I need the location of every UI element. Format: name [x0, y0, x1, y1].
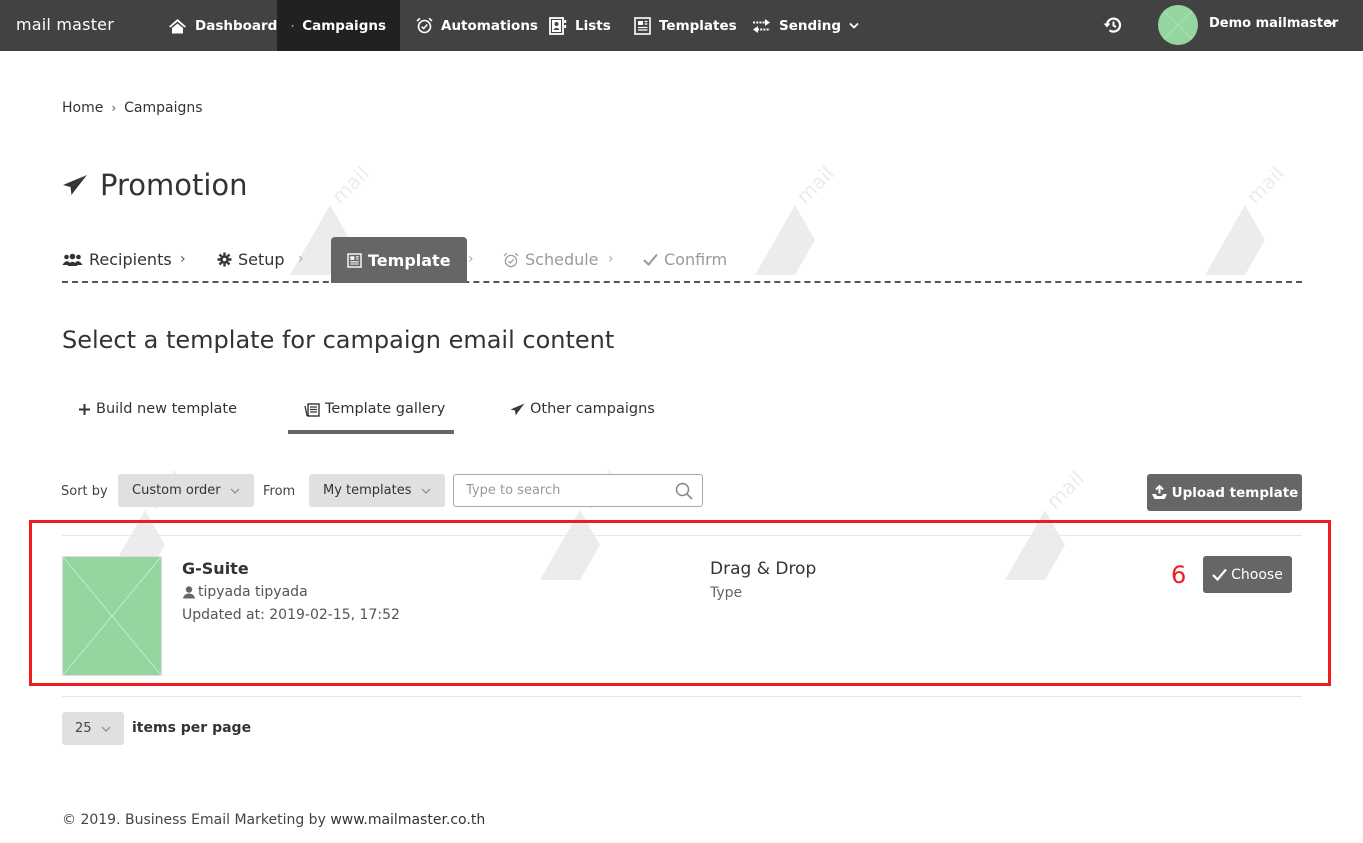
- sort-by-label: Sort by: [61, 484, 108, 499]
- step-recipients[interactable]: Recipients: [62, 237, 172, 282]
- newspaper-icon: [634, 16, 651, 35]
- step-separator: ›: [468, 251, 474, 267]
- nav-campaigns[interactable]: Campaigns: [277, 0, 400, 51]
- nav-dashboard[interactable]: Dashboard: [154, 0, 291, 51]
- users-icon: [62, 253, 83, 266]
- divider: [62, 696, 1302, 697]
- page-title-text: Promotion: [100, 168, 248, 202]
- items-per-page-value: 25: [75, 721, 92, 736]
- step-schedule[interactable]: Schedule: [503, 237, 599, 282]
- search-input[interactable]: [454, 475, 664, 506]
- upload-template-label: Upload template: [1171, 484, 1299, 501]
- items-per-page-label: items per page: [132, 720, 252, 736]
- breadcrumb-campaigns[interactable]: Campaigns: [124, 100, 202, 116]
- step-label: Recipients: [89, 250, 172, 269]
- nav-label: Templates: [659, 17, 737, 34]
- chevron-down-icon: [849, 22, 859, 29]
- address-book-icon: [549, 16, 567, 35]
- chevron-down-icon: [230, 488, 240, 494]
- search-icon[interactable]: [675, 482, 693, 500]
- tab-template-gallery[interactable]: Template gallery: [288, 398, 454, 434]
- tab-build-new-template[interactable]: Build new template: [78, 398, 237, 434]
- nav-label: Sending: [779, 17, 842, 34]
- check-icon: [643, 253, 658, 266]
- svg-text:mail: mail: [1042, 470, 1089, 514]
- svg-text:mail: mail: [792, 165, 839, 209]
- avatar[interactable]: [1158, 5, 1198, 45]
- paper-plane-icon: [63, 175, 87, 195]
- footer: © 2019. Business Email Marketing by www.…: [62, 812, 485, 828]
- exchange-arrows-icon: [753, 18, 770, 33]
- step-label: Confirm: [664, 250, 728, 269]
- tab-label: Template gallery: [325, 401, 446, 417]
- upload-icon: [1151, 485, 1167, 499]
- chevron-down-icon: [421, 488, 430, 494]
- wizard-steps: Recipients › Setup › Template › Schedule…: [62, 237, 1302, 283]
- svg-text:mail: mail: [1242, 165, 1289, 209]
- history-icon[interactable]: [1102, 14, 1124, 36]
- step-label: Schedule: [525, 250, 599, 269]
- nav-templates[interactable]: Templates: [620, 0, 751, 51]
- chevron-down-icon[interactable]: [1326, 19, 1336, 26]
- nav-label: Lists: [575, 17, 611, 34]
- section-title: Select a template for campaign email con…: [62, 326, 615, 354]
- gear-icon: [217, 252, 232, 267]
- step-separator: ›: [608, 251, 614, 267]
- user-menu-name[interactable]: Demo mailmaster: [1209, 16, 1338, 31]
- step-separator: ›: [298, 251, 304, 267]
- from-value: My templates: [323, 483, 412, 498]
- breadcrumb-home[interactable]: Home: [62, 100, 103, 116]
- tab-other-campaigns[interactable]: Other campaigns: [510, 398, 655, 434]
- from-dropdown[interactable]: My templates: [309, 474, 445, 507]
- nav-lists[interactable]: Lists: [535, 0, 625, 51]
- breadcrumb: Home › Campaigns: [62, 100, 203, 116]
- step-confirm[interactable]: Confirm: [643, 237, 727, 282]
- top-navbar: mail master Dashboard Campaigns Automati…: [0, 0, 1363, 51]
- avatar-placeholder-image: [1158, 5, 1198, 45]
- nav-label: Automations: [441, 17, 538, 34]
- sort-value: Custom order: [132, 483, 221, 498]
- tab-label: Other campaigns: [530, 401, 655, 417]
- footer-text: © 2019. Business Email Marketing by: [62, 812, 331, 828]
- plus-icon: [79, 404, 90, 415]
- newspaper-icon: [347, 252, 362, 268]
- nav-label: Dashboard: [195, 17, 278, 34]
- step-setup[interactable]: Setup: [217, 237, 285, 282]
- paper-plane-icon: [291, 24, 295, 27]
- paper-plane-icon: [510, 403, 525, 416]
- tab-label: Build new template: [96, 401, 238, 417]
- step-label: Template: [368, 250, 451, 270]
- app-logo[interactable]: mail master: [16, 15, 114, 34]
- step-template[interactable]: Template: [331, 237, 467, 283]
- step-separator: ›: [180, 251, 186, 267]
- svg-text:mail: mail: [327, 165, 374, 209]
- annotation-highlight-box: [29, 520, 1331, 686]
- upload-template-button[interactable]: Upload template: [1147, 474, 1302, 511]
- search-box: [453, 474, 703, 507]
- footer-link[interactable]: www.mailmaster.co.th: [330, 812, 485, 828]
- nav-automations[interactable]: Automations: [402, 0, 552, 51]
- page-title: Promotion: [62, 168, 248, 202]
- chevron-down-icon: [101, 726, 110, 732]
- gallery-icon: [304, 403, 320, 417]
- sort-dropdown[interactable]: Custom order: [118, 474, 254, 507]
- home-icon: [169, 18, 186, 33]
- breadcrumb-separator: ›: [111, 101, 117, 115]
- alarm-clock-icon: [416, 17, 433, 34]
- items-per-page-dropdown[interactable]: 25: [62, 712, 124, 745]
- alarm-clock-icon: [503, 252, 519, 267]
- step-label: Setup: [238, 250, 285, 269]
- nav-label: Campaigns: [302, 17, 386, 34]
- from-label: From: [263, 484, 296, 499]
- nav-sending[interactable]: Sending: [738, 0, 881, 51]
